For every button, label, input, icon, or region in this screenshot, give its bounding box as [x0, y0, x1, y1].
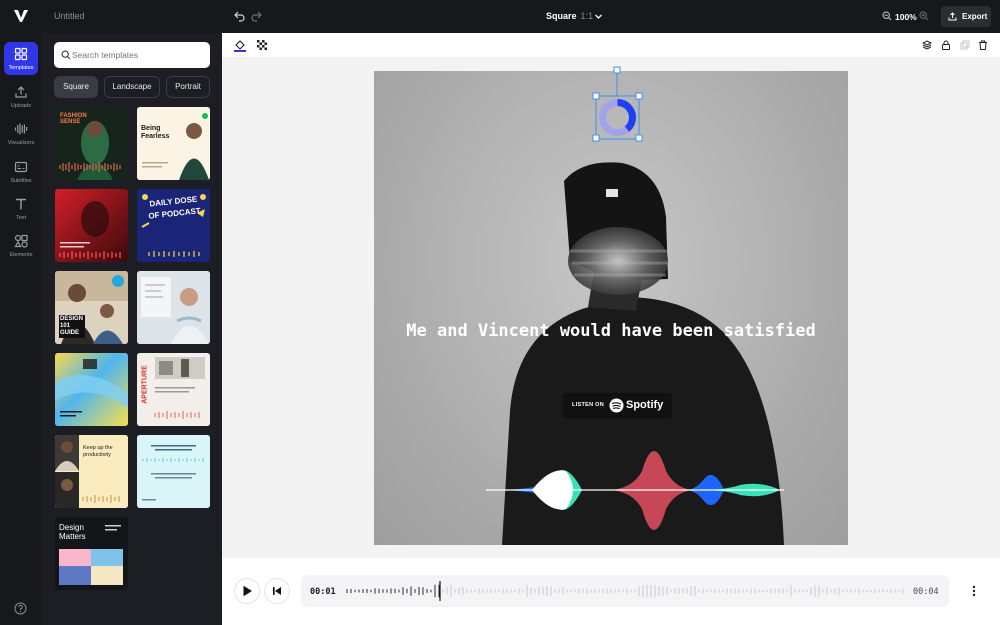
tab-portrait[interactable]: Portrait [166, 76, 210, 98]
template-thumbnail [55, 353, 128, 426]
rail-item-subtitles[interactable]: Subtitles [4, 155, 38, 188]
spotify-brand: Spotify [626, 399, 664, 411]
lock-icon[interactable] [941, 40, 951, 50]
format-selector[interactable]: Square 1:1 [546, 11, 593, 21]
export-button[interactable]: Export [941, 6, 991, 27]
rail-item-templates[interactable]: Templates [4, 42, 38, 75]
spotify-badge[interactable]: LISTEN ON Spotify [563, 393, 672, 419]
play-icon [243, 585, 252, 597]
help-icon[interactable] [14, 602, 27, 615]
top-bar: Untitled Square 1:1 100% Export [0, 0, 1000, 33]
subtitles-icon [14, 161, 28, 173]
total-time: 00:04 [913, 587, 939, 597]
template-aperture[interactable]: APERTURE [137, 353, 210, 426]
zoom-out-icon[interactable] [882, 11, 892, 21]
template-design-matters[interactable]: Design Matters [55, 517, 128, 590]
duplicate-icon[interactable] [960, 40, 970, 50]
design-canvas[interactable] [374, 71, 848, 545]
skip-back-icon [273, 587, 281, 595]
template-whiteboard[interactable] [137, 271, 210, 344]
template-title: Keep up the productivity [83, 445, 113, 458]
layers-icon[interactable] [922, 40, 932, 50]
search-box[interactable] [54, 42, 210, 68]
rail-label: Visualizers [7, 140, 35, 146]
chevron-down-icon[interactable] [594, 12, 603, 21]
export-icon [948, 12, 957, 21]
export-label: Export [962, 12, 988, 21]
selected-element[interactable] [592, 66, 644, 142]
template-title: Being Fearless [141, 125, 170, 140]
template-daily-dose[interactable]: DAILY DOSE OF PODCAST [137, 189, 210, 262]
template-thumbnail [137, 107, 210, 180]
zoom-in-icon[interactable] [919, 11, 929, 21]
audio-waveform [346, 581, 904, 601]
format-ratio: 1:1 [580, 11, 594, 21]
subtitle-caption[interactable]: Me and Vincent would have been satisfied [374, 319, 848, 343]
rail-label: Templates [8, 65, 34, 71]
play-button[interactable] [235, 579, 259, 603]
canvas-toolbar [222, 33, 1000, 57]
tab-square[interactable]: Square [54, 76, 98, 98]
text-icon [16, 198, 26, 210]
fill-color-icon[interactable] [234, 38, 246, 52]
template-cyan-quote[interactable] [137, 435, 210, 508]
search-icon [61, 50, 71, 60]
template-thumbnail [55, 189, 128, 262]
template-gradient-abstract[interactable] [55, 353, 128, 426]
search-input[interactable] [72, 46, 206, 64]
rail-item-elements[interactable]: Elements [4, 229, 38, 262]
zoom-level: 100% [895, 12, 917, 22]
rail-label: Uploads [10, 103, 32, 109]
template-design-101[interactable]: DESIGN 101 GUIDE [55, 271, 128, 344]
skip-to-start-button[interactable] [265, 579, 289, 603]
more-options-icon[interactable] [968, 584, 980, 598]
rail-label: Elements [9, 252, 33, 258]
template-thumbnail [137, 271, 210, 344]
rail-item-visualizers[interactable]: Visualizers [4, 117, 38, 150]
template-thumbnail [137, 435, 210, 508]
upload-icon [15, 86, 27, 98]
spotify-listen-label: LISTEN ON [572, 402, 605, 408]
template-being-fearless[interactable]: Being Fearless [137, 107, 210, 180]
tab-landscape[interactable]: Landscape [104, 76, 160, 98]
spotify-icon [609, 398, 624, 413]
undo-icon[interactable] [233, 10, 245, 22]
template-title: Design Matters [59, 523, 86, 541]
trash-icon[interactable] [978, 40, 988, 50]
template-title: DESIGN 101 GUIDE [59, 315, 85, 338]
template-fashion-sense[interactable]: FASHION SENSE [55, 107, 128, 180]
document-title[interactable]: Untitled [54, 11, 85, 21]
shapes-icon [14, 234, 28, 248]
format-label: Square [546, 11, 577, 21]
rail-item-text[interactable]: Text [4, 192, 38, 225]
audio-track[interactable] [301, 575, 949, 607]
transparency-icon[interactable] [257, 40, 267, 50]
template-title: APERTURE [141, 365, 149, 404]
rail-item-uploads[interactable]: Uploads [4, 80, 38, 113]
rail-label: Subtitles [10, 178, 32, 184]
current-time: 00:01 [310, 587, 336, 597]
canvas-artwork [486, 162, 784, 545]
template-keep-up[interactable]: Keep up the productivity [55, 435, 128, 508]
rail-label: Text [15, 215, 27, 221]
waveform-icon [14, 123, 28, 135]
redo-icon[interactable] [251, 10, 263, 22]
template-title: FASHION SENSE [60, 113, 87, 125]
grid-icon [14, 47, 28, 61]
app-logo-icon[interactable] [13, 9, 29, 23]
template-red-portrait[interactable] [55, 189, 128, 262]
